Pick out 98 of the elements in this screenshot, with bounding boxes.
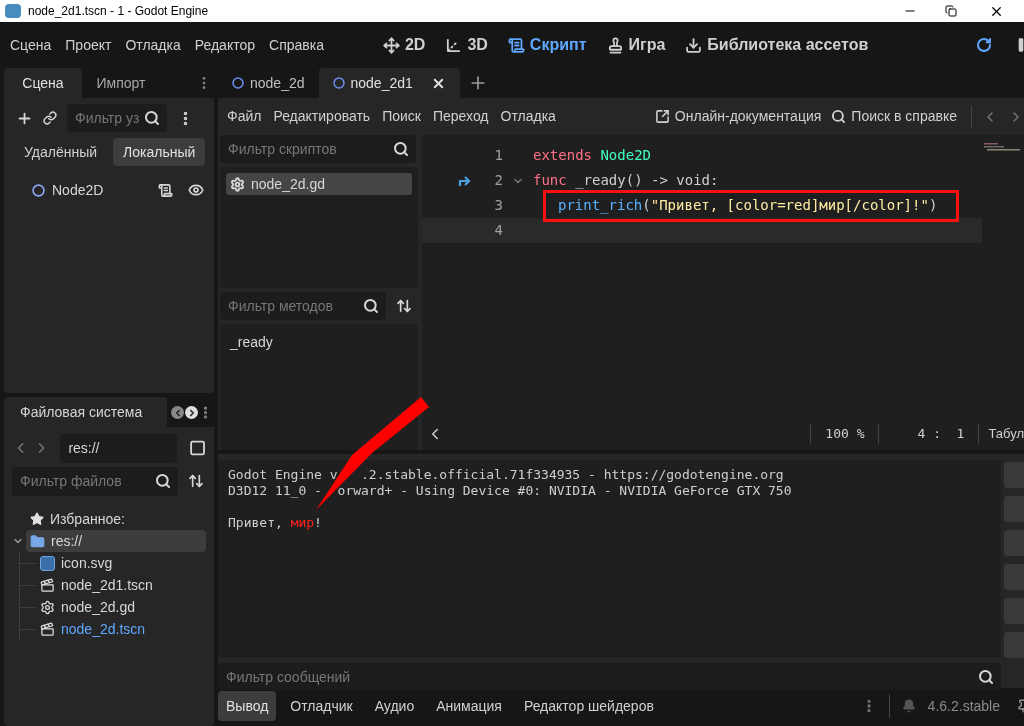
workspace-tab[interactable]: Игра	[606, 33, 666, 57]
path-field[interactable]: res://	[60, 433, 177, 463]
menu-item[interactable]: Сцена	[3, 34, 59, 56]
menu-item[interactable]: Проект	[58, 34, 119, 56]
node-icon	[332, 77, 345, 89]
mode-toggle[interactable]: Локальный	[113, 138, 206, 166]
menu-item[interactable]: Переход	[426, 106, 495, 127]
link-icon[interactable]	[43, 111, 57, 125]
line-number: 3	[493, 196, 503, 215]
file-row[interactable]: icon.svg	[36, 552, 113, 574]
search-icon	[831, 109, 847, 124]
filter-field[interactable]: Фильтр файлов	[12, 466, 178, 496]
log-text: Привет,	[228, 513, 284, 532]
panel-tab[interactable]: Отладчик	[282, 691, 361, 721]
zoom-level[interactable]: 100 %	[825, 423, 865, 444]
indent-mode[interactable]: Табул	[988, 423, 1024, 444]
node-name[interactable]: Node2D	[52, 179, 104, 201]
toolbar-link[interactable]: Онлайн-документация	[654, 106, 822, 127]
log-text: Godot Engine v	[228, 465, 338, 484]
sort-icon[interactable]	[396, 298, 412, 314]
node-icon	[32, 183, 45, 197]
toolbar-link[interactable]: Поиск в справке	[831, 106, 957, 127]
file-row[interactable]: node_2d.tscn	[36, 618, 146, 640]
mode-toggle[interactable]: Удалённый	[14, 138, 108, 166]
clapperboard-icon	[40, 577, 55, 593]
search-icon	[978, 668, 994, 685]
gear-icon	[230, 176, 245, 192]
search-icon	[363, 298, 379, 314]
axes-icon	[445, 36, 463, 54]
line-number: 2	[493, 171, 503, 190]
code-line: extends Node2D	[533, 146, 651, 165]
app-icon	[5, 4, 21, 18]
scene-tab[interactable]: node_2d1	[318, 68, 460, 98]
workspace-tab[interactable]: 3D	[445, 33, 488, 57]
dock-tab[interactable]: Файловая система	[4, 397, 167, 427]
move-icon	[382, 36, 400, 54]
search-icon	[144, 110, 160, 126]
menu-item[interactable]: Отладка	[494, 106, 562, 127]
menu-item[interactable]: Файл	[221, 106, 268, 127]
dock-tab[interactable]: Импорт	[82, 68, 160, 98]
menu-item[interactable]: Справка	[262, 34, 331, 56]
favorites-label: Избранное:	[50, 509, 125, 529]
filter-field[interactable]: Фильтр скриптов	[220, 135, 416, 163]
search-icon	[393, 141, 409, 157]
menu-item[interactable]: Редактировать	[267, 106, 377, 127]
log-text: D3D12 11_0 -	[228, 482, 323, 500]
scene-tab[interactable]: node_2d	[218, 68, 319, 98]
reload-icon[interactable]	[976, 37, 992, 53]
external-link-icon	[654, 109, 670, 124]
panel-tab[interactable]: Редактор шейдеров	[515, 691, 662, 721]
dock-tab[interactable]: Сцена	[4, 68, 82, 98]
line-number: 4	[493, 221, 503, 240]
clapperboard-icon	[40, 621, 55, 637]
code-line: func _ready() -> void:	[533, 171, 719, 191]
node-icon	[232, 77, 244, 89]
sort-icon[interactable]	[188, 473, 204, 489]
folder-icon	[30, 533, 45, 549]
workspace-tab[interactable]: Библиотека ассетов	[685, 33, 869, 57]
log-text: мир	[290, 513, 315, 532]
eye-icon[interactable]	[188, 182, 204, 198]
menu-item[interactable]: Поиск	[376, 106, 427, 127]
panel-tab[interactable]: Анимация	[428, 691, 510, 721]
filter-field[interactable]: Фильтр методов	[220, 292, 386, 320]
message-filter-field[interactable]: Фильтр сообщений	[218, 663, 1001, 690]
gear-icon	[40, 599, 55, 615]
search-icon	[155, 473, 171, 489]
star-icon	[30, 512, 44, 526]
menu-item[interactable]: Редактор	[187, 34, 262, 56]
code-line: print_rich("Привет, [color=red]мир[/color]!")	[558, 196, 938, 216]
workspace-tab[interactable]: Скрипт	[507, 33, 587, 57]
line-number: 1	[493, 146, 503, 165]
bell-icon	[901, 699, 916, 713]
stamp-icon	[606, 36, 624, 54]
script-icon[interactable]	[158, 182, 173, 198]
file-row[interactable]: res://	[26, 530, 206, 552]
panel-tab[interactable]: Аудио	[366, 691, 423, 721]
window-title: node_2d1.tscn - 1 - Godot Engine	[28, 3, 209, 20]
next-button[interactable]	[185, 406, 198, 419]
script-item[interactable]: node_2d.gd	[226, 173, 412, 195]
version-label: 4.6.2.stable	[927, 696, 1000, 716]
file-row[interactable]: node_2d1.tscn	[36, 574, 153, 596]
file-row[interactable]: node_2d.gd	[36, 596, 135, 618]
previous-button[interactable]	[171, 406, 184, 419]
restore-button[interactable]	[945, 5, 957, 17]
image-icon	[40, 555, 55, 571]
download-icon	[685, 36, 703, 54]
layout-icon[interactable]	[188, 439, 206, 457]
scroll-icon	[507, 36, 525, 54]
panel-tab[interactable]: Вывод	[218, 691, 277, 721]
override-arrow-icon	[458, 174, 472, 187]
filter-field[interactable]: Фильтр уз	[67, 104, 167, 132]
workspace-tab[interactable]: 2D	[382, 33, 426, 57]
log-text: .2.stable.official.71f334935 - https://godotengine.org	[361, 465, 784, 484]
cursor-position: 4 : 1	[917, 424, 965, 443]
method-item[interactable]: _ready	[230, 332, 408, 353]
menu-item[interactable]: Отладка	[118, 34, 188, 56]
log-text: orward+ - Using Device #0: NVIDIA - NVIDIA GeForce GTX 750	[337, 482, 792, 500]
log-text: !	[314, 513, 322, 532]
